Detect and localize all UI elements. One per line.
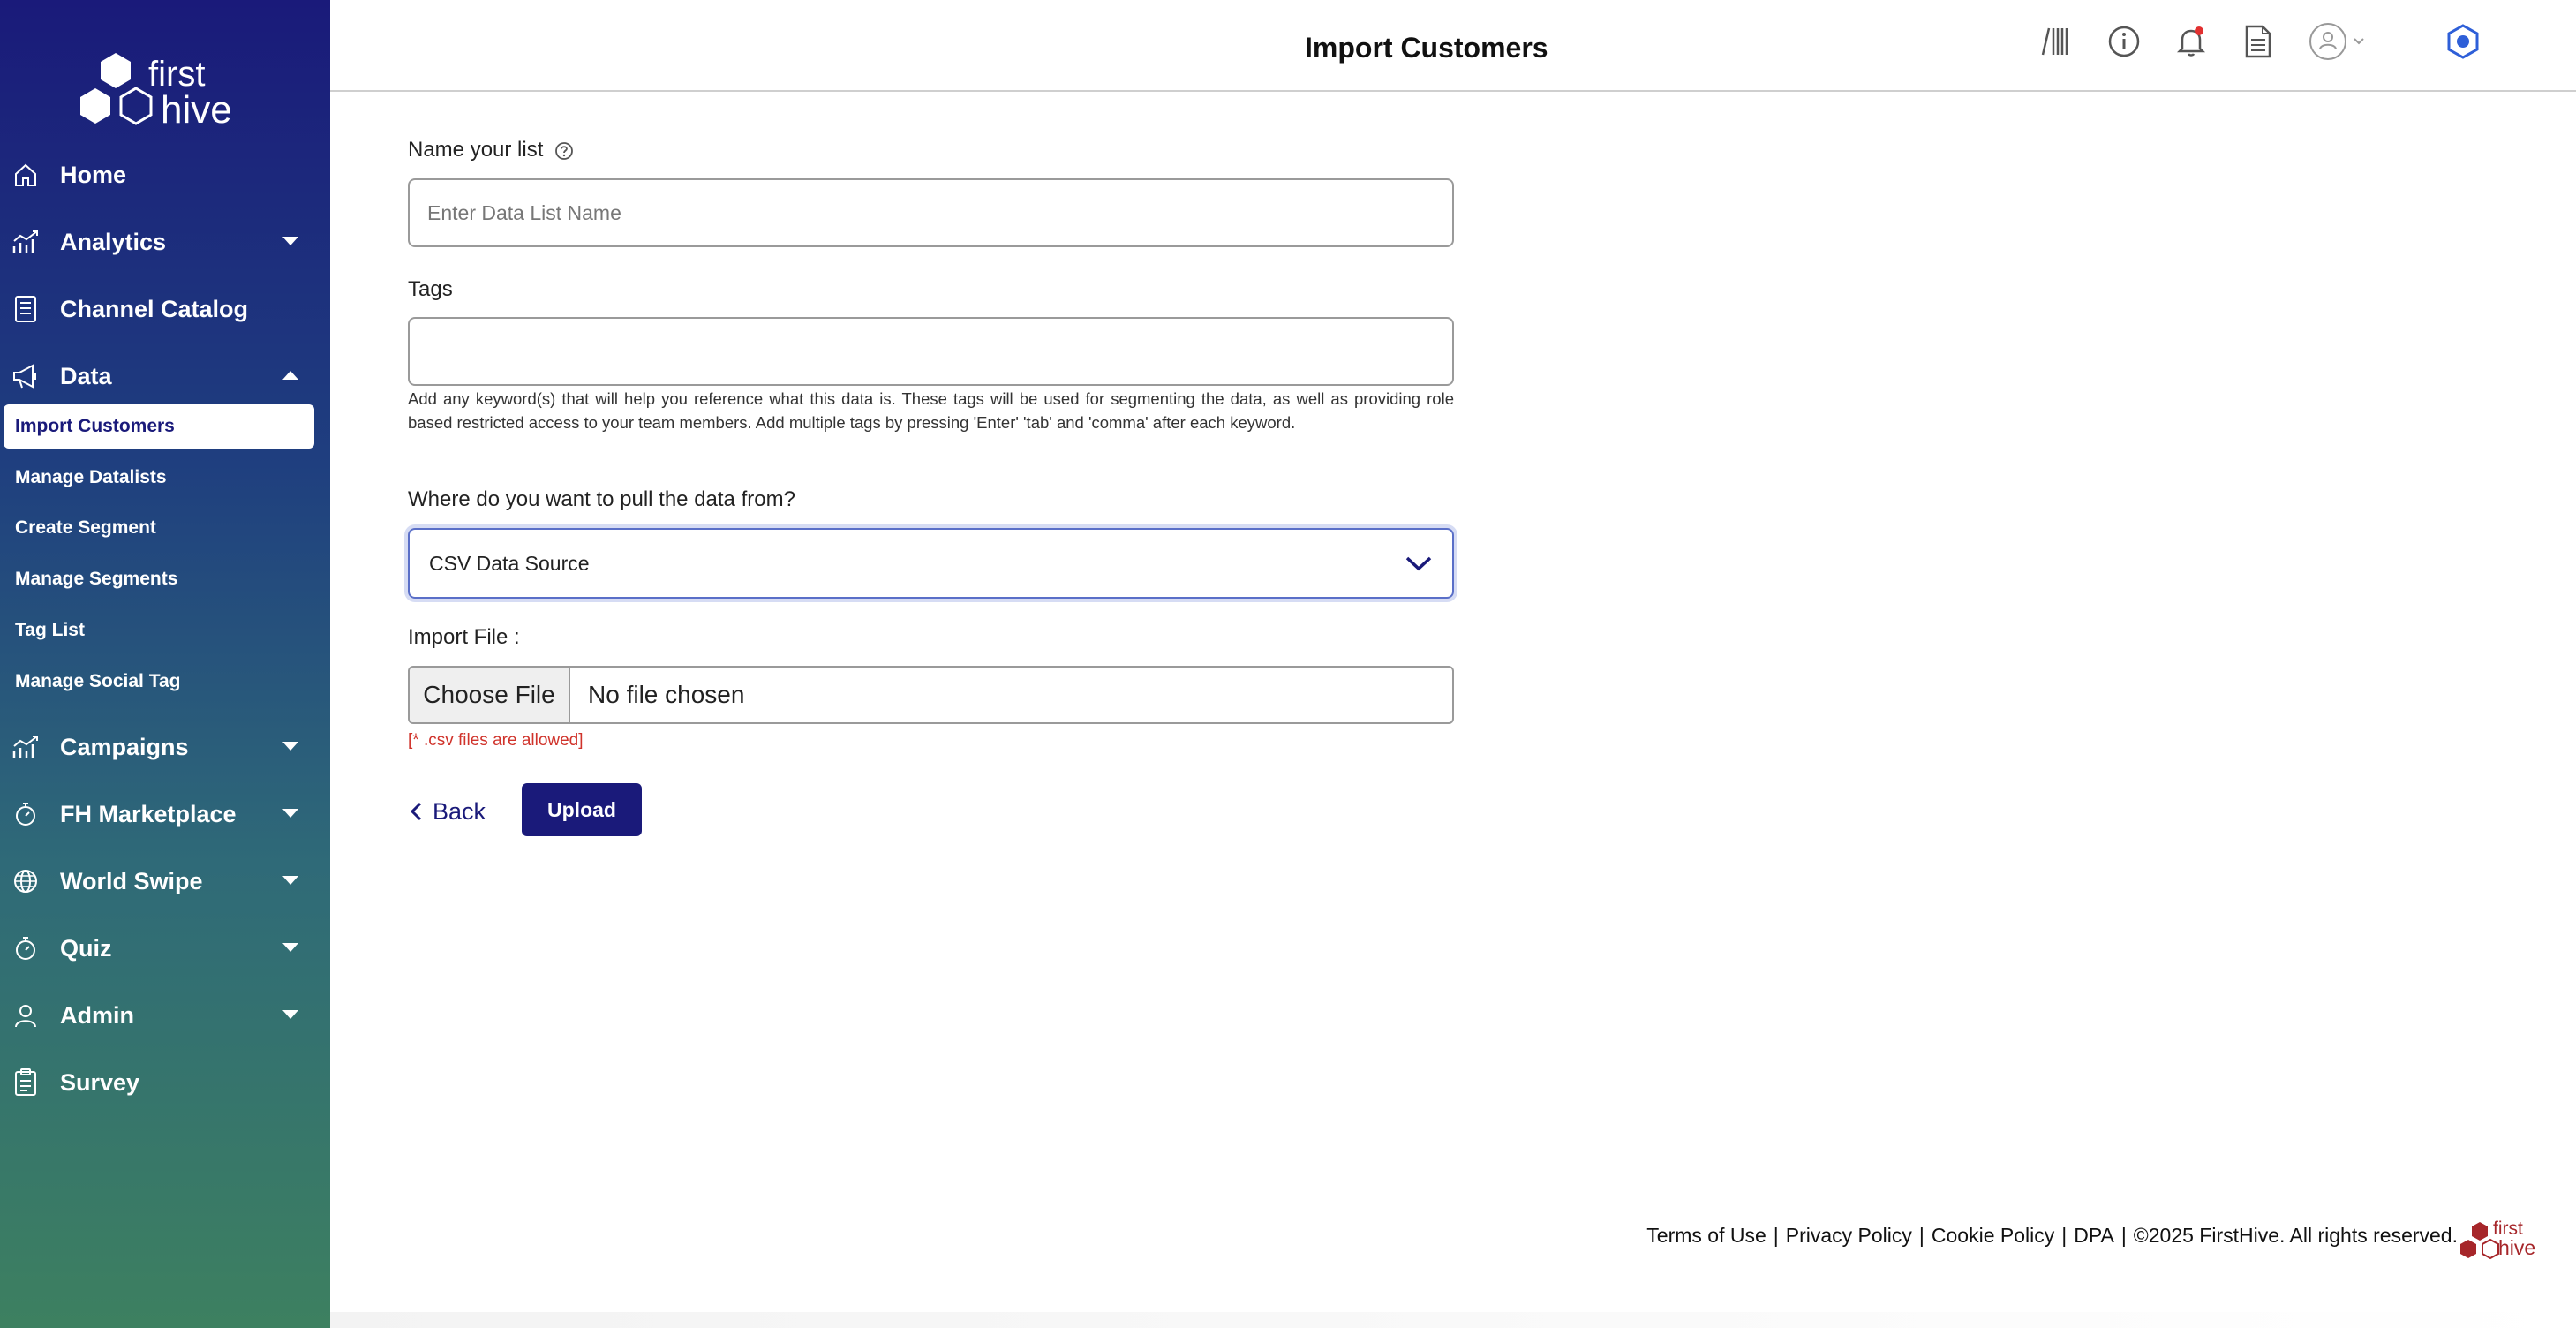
sidebar-item-label: Data: [60, 362, 112, 389]
chevron-down-icon: [282, 742, 298, 751]
hexagon-logo-icon: [80, 53, 153, 125]
data-source-label: Where do you want to pull the data from?: [408, 487, 795, 511]
sidebar-item-label: Home: [60, 161, 127, 188]
catalog-icon: [11, 294, 41, 324]
terms-of-use-link[interactable]: Terms of Use: [1646, 1224, 1766, 1248]
sidebar-subitem-manage-social-tag[interactable]: Manage Social Tag: [4, 660, 314, 704]
megaphone-icon: [11, 361, 41, 391]
chevron-down-icon: [282, 876, 298, 885]
footer-separator: |: [2120, 1224, 2127, 1247]
settings-hexagon-icon[interactable]: [2444, 21, 2482, 62]
logo-word-hive: hive: [161, 88, 232, 132]
sidebar-item-world-swipe[interactable]: World Swipe: [0, 856, 330, 906]
copyright-text: ©2025 FirstHive. All rights reserved.: [2133, 1224, 2458, 1247]
campaigns-icon: [11, 732, 41, 762]
sidebar-item-label: Quiz: [60, 934, 112, 962]
quiz-icon: [11, 933, 41, 963]
barcode-icon[interactable]: [2036, 21, 2075, 62]
sidebar-subitem-tag-list[interactable]: Tag List: [4, 608, 314, 653]
tags-help-text: Add any keyword(s) that will help you re…: [408, 389, 1454, 432]
avatar-icon: [2309, 23, 2364, 60]
back-button-label: Back: [433, 797, 486, 825]
top-header: Import Customers: [330, 0, 2576, 92]
user-icon: [11, 1000, 41, 1030]
sidebar-item-fh-marketplace[interactable]: FH Marketplace: [0, 789, 330, 839]
tags-input[interactable]: [408, 317, 1454, 386]
chevron-down-icon: [282, 1010, 298, 1019]
sidebar-item-survey[interactable]: Survey: [0, 1058, 330, 1107]
info-icon[interactable]: [2105, 21, 2143, 62]
globe-icon: [11, 866, 41, 896]
name-list-label: Name your list: [408, 138, 574, 162]
bottom-strip: [330, 1312, 2576, 1328]
sidebar-item-admin[interactable]: Admin: [0, 991, 330, 1040]
footer-separator: |: [1918, 1224, 1924, 1247]
tags-label: Tags: [408, 277, 453, 301]
footer-logo: first hive: [2458, 1219, 2542, 1263]
chevron-up-icon: [282, 371, 298, 380]
sidebar-subitem-manage-datalists[interactable]: Manage Datalists: [4, 456, 314, 500]
chevron-down-icon: [282, 809, 298, 818]
sidebar-item-label: World Swipe: [60, 867, 203, 894]
sidebar-item-analytics[interactable]: Analytics: [0, 217, 330, 267]
clipboard-icon: [11, 1068, 41, 1098]
sidebar-item-label: Channel Catalog: [60, 295, 249, 322]
document-icon[interactable]: [2239, 21, 2278, 62]
file-type-note: [* .csv files are allowed]: [408, 731, 584, 750]
chevron-left-icon: [410, 802, 422, 821]
sidebar-item-label: Survey: [60, 1068, 140, 1096]
file-upload-control: Choose File No file chosen: [408, 666, 1454, 724]
page-title: Import Customers: [1305, 32, 1548, 64]
firsthive-logo[interactable]: first hive: [76, 49, 244, 138]
name-list-label-text: Name your list: [408, 138, 544, 162]
sidebar-item-campaigns[interactable]: Campaigns: [0, 722, 330, 772]
chevron-down-icon: [1405, 556, 1432, 571]
data-source-select[interactable]: CSV Data Source: [408, 528, 1454, 599]
sidebar-item-label: FH Marketplace: [60, 800, 237, 827]
file-status-text: No file chosen: [588, 681, 745, 708]
sidebar-subitem-manage-segments[interactable]: Manage Segments: [4, 557, 314, 601]
dpa-link[interactable]: DPA: [2074, 1224, 2114, 1248]
data-source-selected-value: CSV Data Source: [429, 551, 590, 575]
footer-separator: |: [1773, 1224, 1779, 1247]
sidebar-item-data[interactable]: Data: [0, 351, 330, 401]
chevron-down-icon: [282, 943, 298, 952]
privacy-policy-link[interactable]: Privacy Policy: [1786, 1224, 1912, 1248]
upload-button[interactable]: Upload: [522, 783, 642, 836]
footer-logo-word-hive: hive: [2498, 1236, 2536, 1259]
sidebar: first hive Home Analytics Channel Catalo…: [0, 0, 330, 1328]
data-list-name-input[interactable]: [408, 178, 1454, 247]
sidebar-item-home[interactable]: Home: [0, 150, 330, 200]
sidebar-subitem-create-segment[interactable]: Create Segment: [4, 506, 314, 550]
home-icon: [11, 160, 41, 190]
user-menu-button[interactable]: [2306, 21, 2376, 62]
footer-separator: |: [2061, 1224, 2068, 1247]
sidebar-item-quiz[interactable]: Quiz: [0, 924, 330, 973]
choose-file-button[interactable]: Choose File: [410, 668, 570, 722]
cookie-policy-link[interactable]: Cookie Policy: [1932, 1224, 2054, 1248]
notification-bell-icon[interactable]: [2172, 21, 2211, 62]
sidebar-subitem-import-customers[interactable]: Import Customers: [4, 404, 314, 449]
analytics-icon: [11, 227, 41, 257]
sidebar-item-channel-catalog[interactable]: Channel Catalog: [0, 284, 330, 334]
footer: Terms of Use | Privacy Policy | Cookie P…: [1646, 1224, 2458, 1248]
import-file-label: Import File :: [408, 625, 520, 649]
sidebar-item-label: Campaigns: [60, 733, 189, 760]
sidebar-item-label: Admin: [60, 1001, 134, 1029]
sidebar-item-label: Analytics: [60, 228, 167, 255]
back-button[interactable]: Back: [408, 789, 486, 834]
chevron-down-icon: [282, 237, 298, 245]
stopwatch-icon: [11, 799, 41, 829]
help-circle-icon[interactable]: [554, 141, 574, 161]
